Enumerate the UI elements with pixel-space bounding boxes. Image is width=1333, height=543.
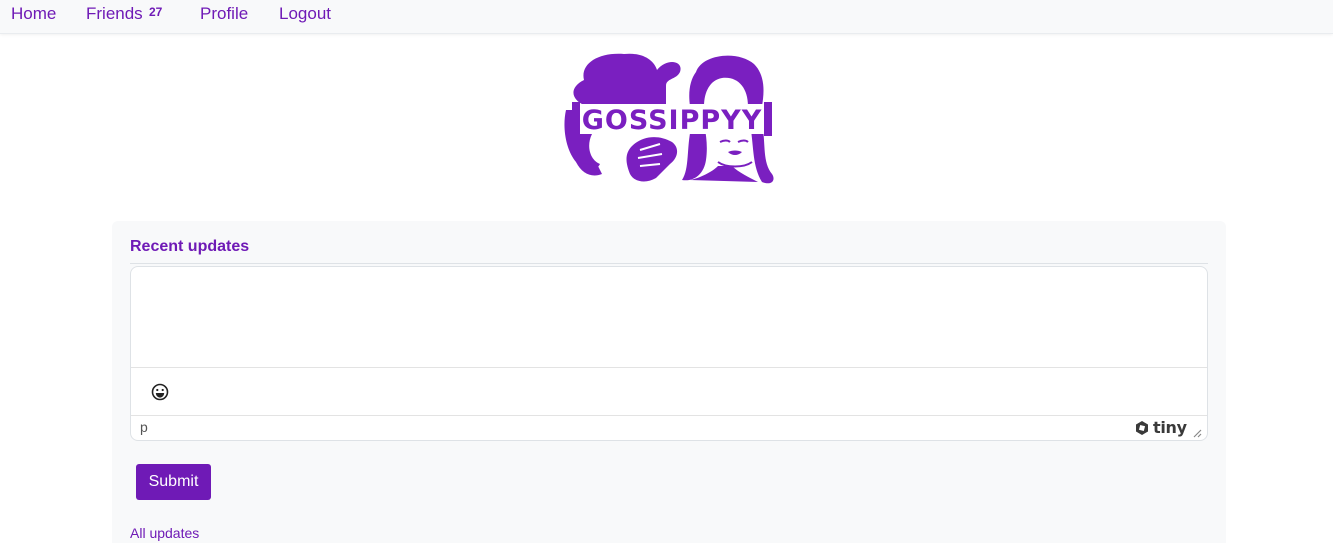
tiny-logo-icon	[1136, 421, 1148, 435]
navbar: Home Friends 27 Profile Logout	[0, 0, 1333, 34]
submit-button[interactable]: Submit	[136, 464, 211, 500]
emoji-icon[interactable]	[150, 382, 170, 402]
gossippyy-logo: GOSSIPPYY	[562, 50, 776, 188]
element-path[interactable]: p	[140, 419, 148, 435]
nav-logout-link[interactable]: Logout	[279, 4, 331, 24]
editor-content-area[interactable]	[131, 267, 1207, 368]
logo-text: GOSSIPPYY	[582, 105, 763, 136]
tiny-brand-link[interactable]: tiny	[1134, 419, 1187, 437]
logo-graphic: GOSSIPPYY	[564, 53, 774, 184]
nav-profile-link[interactable]: Profile	[200, 4, 248, 24]
recent-updates-card: Recent updates p tiny Submit All updates	[112, 221, 1226, 543]
resize-handle-icon[interactable]	[1192, 425, 1202, 438]
nav-home-link[interactable]: Home	[11, 4, 56, 24]
tiny-brand-text: tiny	[1153, 418, 1187, 437]
nav-friends-link[interactable]: Friends	[86, 4, 143, 24]
all-updates-link[interactable]: All updates	[130, 525, 199, 541]
card-title: Recent updates	[130, 238, 250, 255]
editor-statusbar: p tiny	[131, 416, 1207, 440]
rich-text-editor: p tiny	[130, 266, 1208, 441]
friends-count-badge: 27	[149, 5, 163, 19]
card-divider	[130, 263, 1208, 264]
editor-toolbar	[131, 368, 1207, 416]
